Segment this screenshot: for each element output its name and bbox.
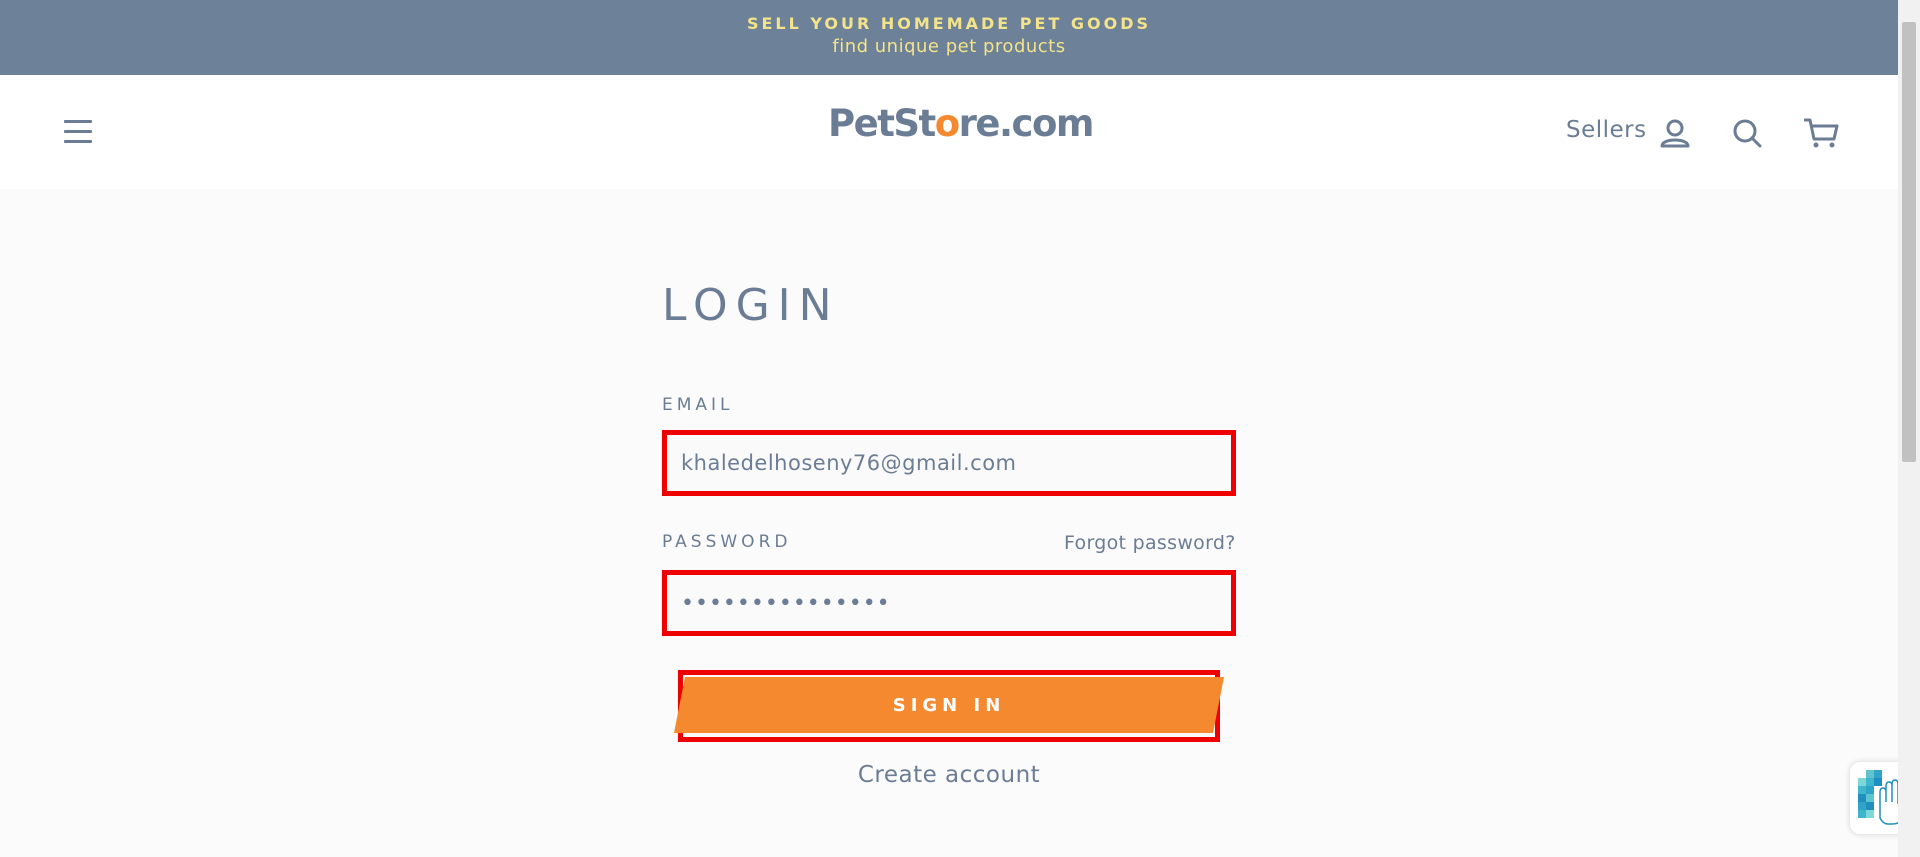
- forgot-password-link[interactable]: Forgot password?: [1064, 532, 1236, 554]
- sellers-link[interactable]: Sellers: [1566, 117, 1647, 143]
- email-field[interactable]: khaledelhoseny76@gmail.com: [662, 430, 1236, 496]
- create-account-row: Create account: [0, 762, 1898, 788]
- password-label: PASSWORD: [662, 532, 792, 552]
- logo-text-part: PetSt: [828, 102, 936, 145]
- page-title: LOGIN: [662, 280, 840, 331]
- menu-icon[interactable]: [62, 117, 96, 147]
- announcement-bar[interactable]: SELL YOUR HOMEMADE PET GOODS find unique…: [0, 0, 1898, 75]
- logo-domain: .com: [999, 102, 1094, 145]
- account-icon[interactable]: [1659, 117, 1691, 149]
- page: SELL YOUR HOMEMADE PET GOODS find unique…: [0, 0, 1920, 857]
- cart-icon[interactable]: [1803, 117, 1839, 149]
- password-field[interactable]: •••••••••••••••: [662, 570, 1236, 636]
- search-icon[interactable]: [1731, 117, 1763, 149]
- site-header: PetStore.com Sellers: [0, 75, 1898, 189]
- scrollbar-thumb[interactable]: [1902, 22, 1916, 462]
- logo-text-part: re: [958, 102, 1001, 145]
- sign-in-button[interactable]: SIGN IN: [674, 677, 1224, 733]
- site-logo[interactable]: PetStore.com: [828, 102, 1094, 145]
- logo-paw-o: o: [934, 102, 960, 145]
- create-account-link[interactable]: Create account: [858, 762, 1040, 788]
- scrollbar[interactable]: [1898, 0, 1920, 857]
- email-label: EMAIL: [662, 395, 734, 415]
- announcement-subline[interactable]: find unique pet products: [0, 36, 1898, 57]
- announcement-headline[interactable]: SELL YOUR HOMEMADE PET GOODS: [0, 14, 1898, 33]
